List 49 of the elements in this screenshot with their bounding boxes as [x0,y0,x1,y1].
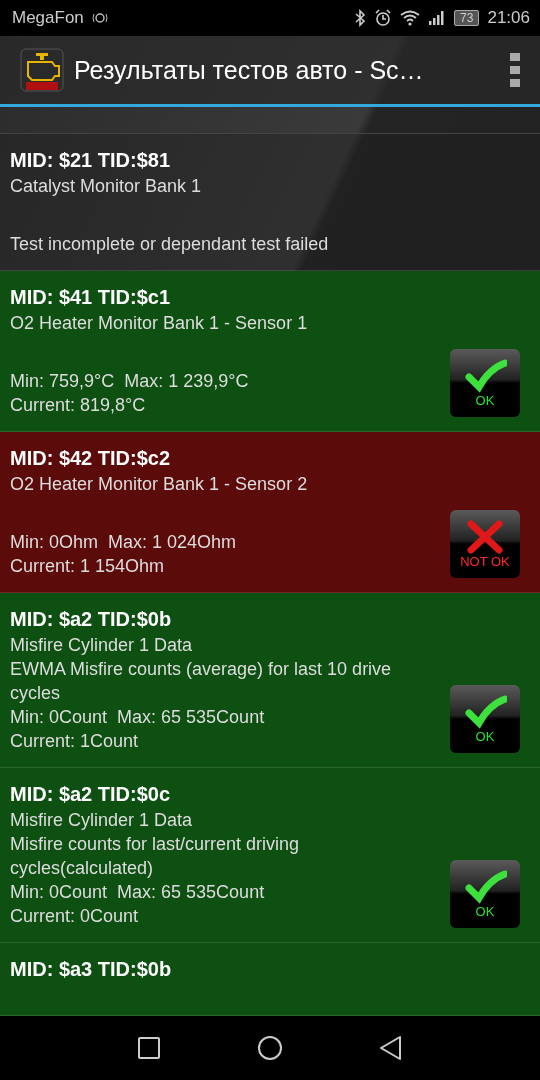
check-icon [463,358,507,393]
current-value: Current: 1Count [10,730,140,753]
notification-icon [91,10,108,26]
test-name: Misfire Cylinder 1 Data [10,634,194,657]
current-value: Current: 1 154Ohm [10,555,166,578]
result-row[interactable]: MID: $21 TID:$81 Catalyst Monitor Bank 1 Test incomplete or dependant test failed [0,134,540,271]
min-max-values: Min: 0Count Max: 65 535Count [10,706,266,729]
result-message: Test incomplete or dependant test failed [10,233,330,256]
badge-label: NOT OK [460,553,510,569]
result-id: MID: $41 TID:$c1 [10,285,172,310]
check-icon [463,694,507,729]
current-value: Current: 0Count [10,905,140,928]
result-id: MID: $21 TID:$81 [10,148,172,173]
test-name: Misfire Cylinder 1 Data [10,809,194,832]
check-icon [463,869,507,904]
wifi-icon [400,10,421,26]
carrier-name: MegaFon [12,8,84,28]
overflow-menu-icon[interactable] [510,53,520,87]
home-icon[interactable] [257,1035,283,1061]
result-row[interactable]: MID: $42 TID:$c2 O2 Heater Monitor Bank 1 - Sensor 2 Min: 0Ohm Max: 1 024Ohm Current: 1 154Ohm NOT OK [0,432,540,593]
result-row[interactable]: MID: $a3 TID:$0b [0,943,540,1016]
battery-level: 73 [454,10,480,26]
test-name: Catalyst Monitor Bank 1 [10,175,203,198]
result-id: MID: $a3 TID:$0b [10,957,173,982]
min-max-values: Min: 759,9°C Max: 1 239,9°C [10,370,250,393]
test-description: EWMA Misfire counts (average) for last 10 drive cycles [10,658,393,705]
result-id: MID: $42 TID:$c2 [10,446,172,471]
badge-label: OK [475,728,495,744]
result-id: MID: $a2 TID:$0b [10,607,173,632]
badge-label: OK [475,903,495,919]
min-max-values: Min: 0Count Max: 65 535Count [10,881,266,904]
alarm-icon [374,9,393,27]
badge-label: OK [475,392,495,408]
test-name: O2 Heater Monitor Bank 1 - Sensor 1 [10,312,309,335]
signal-icon [428,10,447,26]
recent-apps-icon[interactable] [137,1036,161,1060]
bluetooth-icon [354,9,367,27]
result-row[interactable]: MID: $a2 TID:$0c Misfire Cylinder 1 Data Misfire counts for last/current driving cycles(calculated) Min: 0Count Max: 65 535Count Current: 0Count OK [0,768,540,943]
test-description: Misfire counts for last/current driving cycles(calculated) [10,833,301,880]
test-name: O2 Heater Monitor Bank 1 - Sensor 2 [10,473,309,496]
engine-logo-icon [20,48,64,92]
min-max-values: Min: 0Ohm Max: 1 024Ohm [10,531,238,554]
clock: 21:06 [487,8,530,28]
result-row[interactable]: MID: $41 TID:$c1 O2 Heater Monitor Bank 1 - Sensor 1 Min: 759,9°C Max: 1 239,9°C Current: 819,8°C OK [0,271,540,432]
screen-title: Результаты тестов авто - Sc… [74,55,425,85]
current-value: Current: 819,8°C [10,394,147,417]
result-row[interactable]: MID: $a2 TID:$0b Misfire Cylinder 1 Data EWMA Misfire counts (average) for last 10 drive cycles Min: 0Count Max: 65 535Count Current: 1Count OK [0,593,540,768]
result-id: MID: $a2 TID:$0c [10,782,172,807]
back-icon[interactable] [379,1035,403,1061]
